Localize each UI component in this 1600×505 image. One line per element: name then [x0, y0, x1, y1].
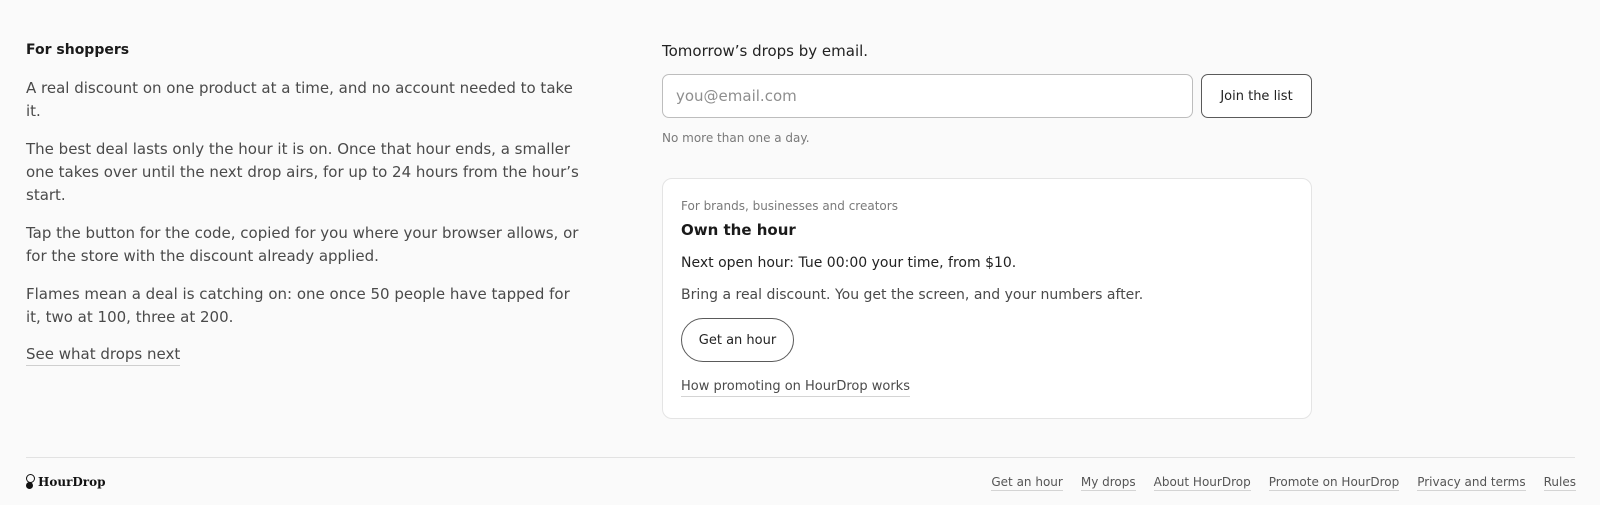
footer-link-rules[interactable]: Rules — [1543, 474, 1576, 491]
shoppers-paragraph-code: Tap the button for the code, copied for … — [26, 224, 579, 265]
next-open-hour: Next open hour: Tue 00:00 your time, fro… — [681, 255, 1017, 271]
logo-text: HourDrop — [38, 475, 106, 489]
footer-divider — [26, 457, 1575, 458]
signup-heading: Tomorrow’s drops by email. — [662, 42, 869, 60]
brands-title: Own the hour — [681, 221, 796, 239]
brands-kicker: For brands, businesses and creators — [681, 199, 898, 213]
shoppers-paragraph-flames: Flames mean a deal is catching on: one o… — [26, 285, 570, 326]
footer-link-about[interactable]: About HourDrop — [1153, 474, 1251, 491]
shoppers-section: For shoppers A real discount on one prod… — [26, 40, 586, 366]
shoppers-title: For shoppers — [26, 42, 130, 58]
hourglass-icon — [26, 474, 35, 490]
get-an-hour-button[interactable]: Get an hour — [681, 318, 794, 362]
signup-note: No more than one a day. — [662, 131, 810, 145]
footer-nav: Get an hour My drops About HourDrop Prom… — [991, 474, 1576, 491]
brands-card: For brands, businesses and creators Own … — [662, 178, 1312, 419]
how-promoting-works-link[interactable]: How promoting on HourDrop works — [681, 378, 910, 397]
hourdrop-logo[interactable]: HourDrop — [26, 474, 106, 490]
footer-link-promote[interactable]: Promote on HourDrop — [1268, 474, 1400, 491]
email-signup-section: Tomorrow’s drops by email. Join the list… — [662, 40, 1312, 146]
brands-pitch: Bring a real discount. You get the scree… — [681, 287, 1144, 303]
footer-link-get-an-hour[interactable]: Get an hour — [991, 474, 1063, 491]
email-input[interactable] — [662, 74, 1193, 118]
footer-link-my-drops[interactable]: My drops — [1080, 474, 1136, 491]
shoppers-paragraph-discount: A real discount on one product at a time… — [26, 79, 573, 120]
see-what-drops-next-link[interactable]: See what drops next — [26, 344, 181, 366]
page: For shoppers A real discount on one prod… — [0, 0, 1600, 505]
join-list-button[interactable]: Join the list — [1201, 74, 1312, 118]
shoppers-paragraph-hour: The best deal lasts only the hour it is … — [26, 140, 579, 204]
signup-row: Join the list — [662, 74, 1312, 118]
footer-link-privacy-terms[interactable]: Privacy and terms — [1417, 474, 1526, 491]
